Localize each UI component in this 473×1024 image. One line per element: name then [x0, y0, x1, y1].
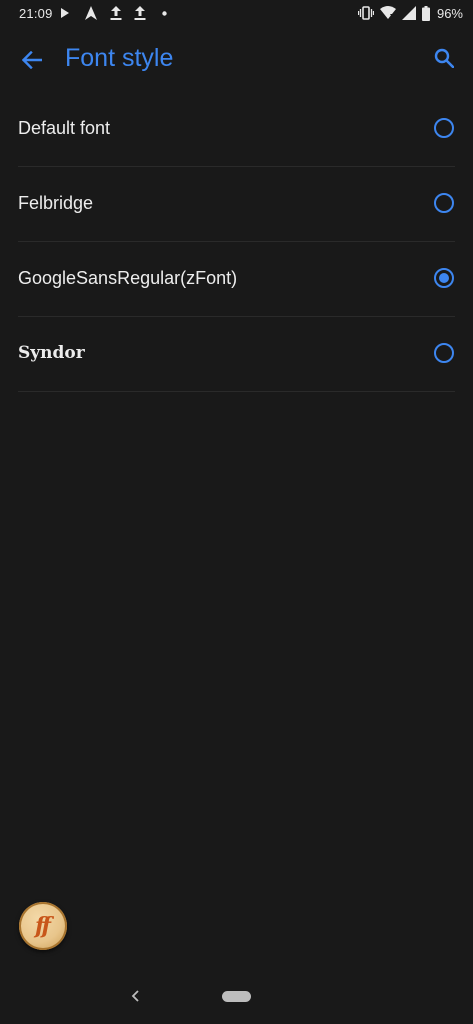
back-button[interactable] — [18, 46, 46, 74]
nav-back-icon[interactable] — [128, 988, 144, 1004]
zfont-logo-button[interactable]: ff — [19, 902, 67, 950]
dot-icon — [162, 10, 167, 16]
app-bar: Font style — [0, 28, 473, 92]
play-icon — [60, 7, 70, 19]
page-title: Font style — [65, 44, 174, 72]
battery-percent: 96% — [436, 5, 463, 21]
search-icon — [434, 48, 454, 68]
font-option-googlesans[interactable]: GoogleSansRegular(zFont) — [18, 242, 455, 317]
vibrate-icon — [357, 6, 374, 20]
font-option-label: GoogleSansRegular(zFont) — [18, 268, 238, 288]
font-option-label: Felbridge — [18, 193, 94, 213]
wifi-icon — [379, 6, 396, 20]
font-option-felbridge[interactable]: Felbridge — [18, 167, 455, 242]
font-option-list: Default font Felbridge GoogleSansRegular… — [0, 92, 473, 392]
battery-icon — [421, 5, 430, 21]
signal-icon — [401, 6, 416, 20]
font-option-label: Syndor — [18, 343, 85, 363]
status-right-icons: 96% — [357, 5, 463, 21]
search-button[interactable] — [431, 45, 457, 71]
radio-button[interactable] — [434, 343, 454, 363]
status-bar: 21:09 96% — [0, 0, 473, 28]
navigation-arrow-icon — [84, 6, 98, 20]
font-option-label: Default font — [18, 118, 111, 138]
radio-button-selected[interactable] — [434, 268, 454, 288]
radio-button[interactable] — [434, 118, 454, 138]
radio-button[interactable] — [434, 193, 454, 213]
status-left-icons — [60, 5, 167, 21]
navigation-bar — [0, 970, 473, 1024]
upload-icon — [110, 6, 122, 20]
arrow-back-icon — [22, 51, 42, 69]
upload-icon — [134, 6, 146, 20]
nav-home-pill[interactable] — [222, 991, 251, 1002]
screen: 21:09 96% Font style Default font Felbri… — [0, 0, 473, 1024]
zfont-logo-text: ff — [35, 913, 51, 939]
status-time: 21:09 — [19, 6, 53, 21]
font-option-syndor[interactable]: Syndor — [18, 317, 455, 392]
font-option-default[interactable]: Default font — [18, 92, 455, 167]
